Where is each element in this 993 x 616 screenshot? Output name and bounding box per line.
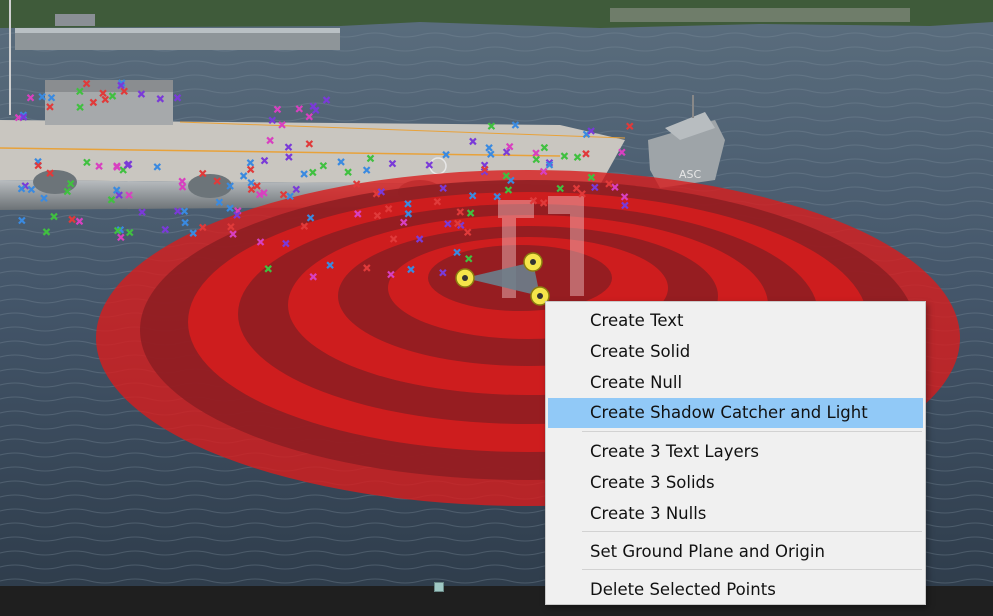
selected-track-point[interactable] [523,252,543,272]
menu-item-delete-selected-points[interactable]: Delete Selected Points [548,575,923,605]
menu-item-create-null[interactable]: Create Null [548,368,923,398]
distant-pier-top [15,28,340,33]
distant-building [55,14,95,26]
menu-item-create-text[interactable]: Create Text [548,306,923,336]
menu-item-create-shadow-catcher-and-light[interactable]: Create Shadow Catcher and Light [548,398,923,428]
ship-hull-text: ASC [679,168,702,181]
pier-building-roof [45,80,173,92]
menu-item-set-ground-plane-and-origin[interactable]: Set Ground Plane and Origin [548,537,923,567]
menu-item-create-3-solids[interactable]: Create 3 Solids [548,468,923,498]
menu-separator [582,569,922,570]
menu-item-create-3-text-layers[interactable]: Create 3 Text Layers [548,437,923,467]
playhead-marker[interactable] [434,582,444,592]
menu-separator [582,431,922,432]
menu-item-create-3-nulls[interactable]: Create 3 Nulls [548,499,923,529]
menu-item-create-solid[interactable]: Create Solid [548,337,923,367]
shore-buildings [610,8,910,22]
selected-track-point[interactable] [455,268,475,288]
menu-separator [582,531,922,532]
context-menu: Create Text Create Solid Create Null Cre… [545,301,926,605]
